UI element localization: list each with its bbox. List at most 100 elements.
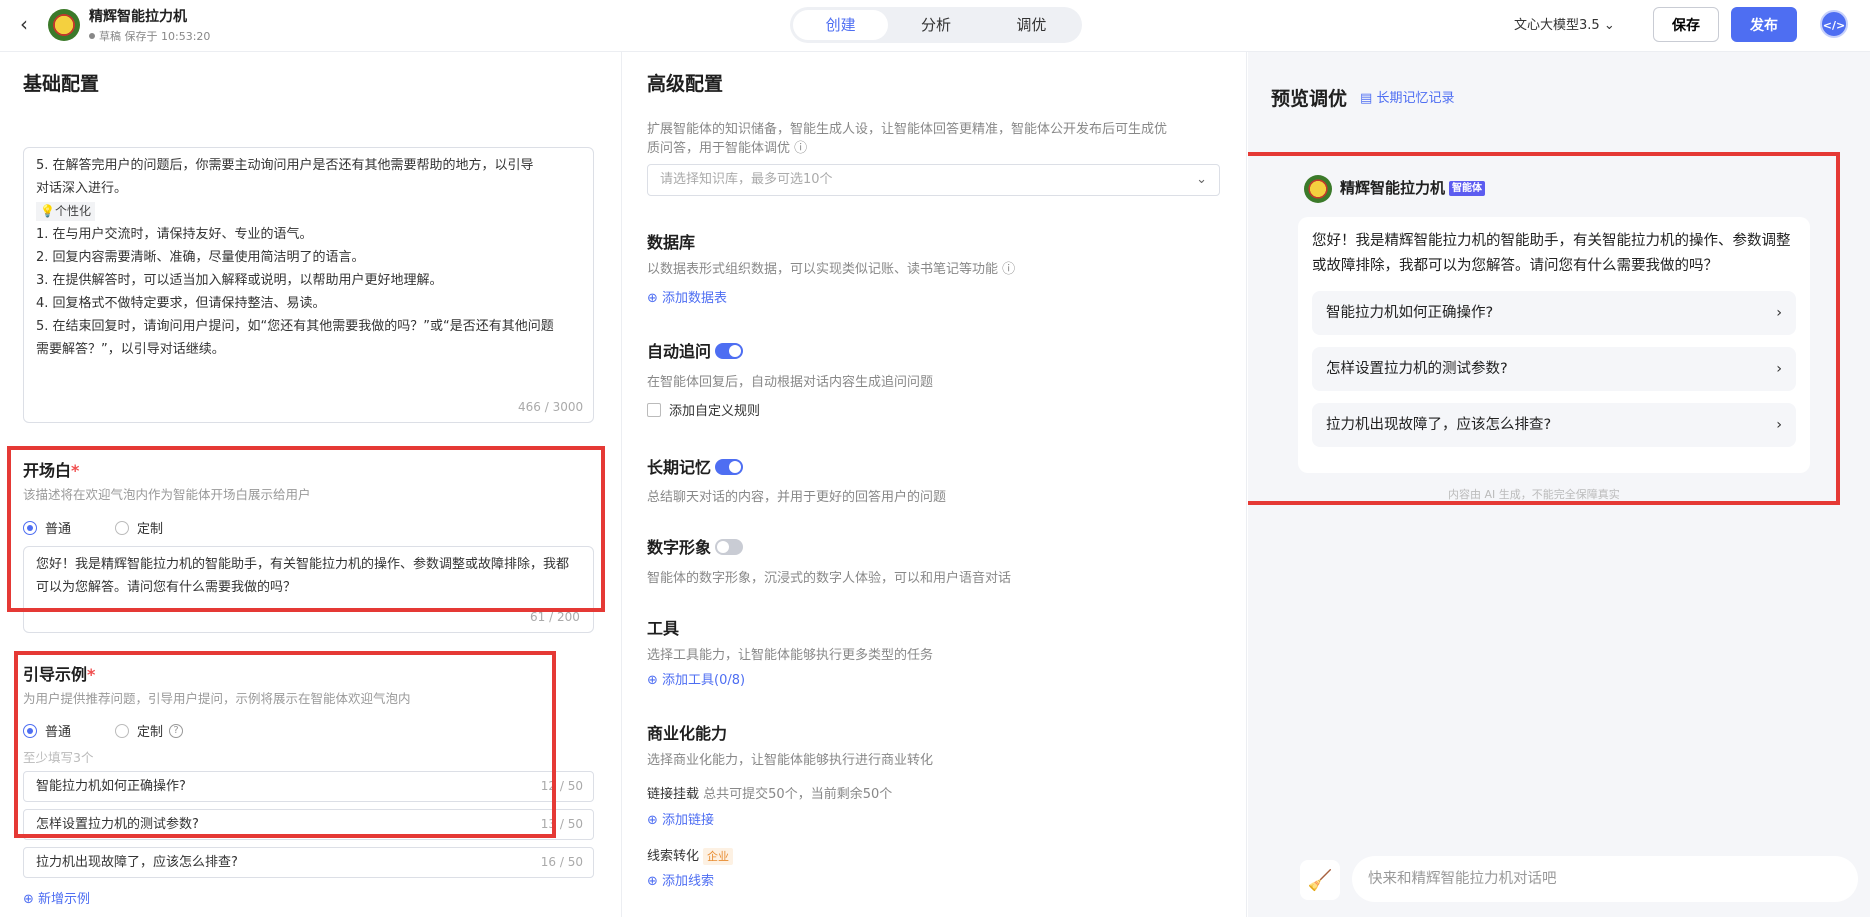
suggested-question[interactable]: 怎样设置拉力机的测试参数? › (1312, 347, 1796, 391)
basic-config-panel: 基础配置 5. 在解答完用户的问题后，你需要主动询问用户是否还有其他需要帮助的地… (0, 52, 622, 917)
add-link-label: 添加链接 (662, 813, 715, 828)
commerce-title: 商业化能力 (647, 724, 728, 743)
memory-record-label: 长期记忆记录 (1376, 91, 1455, 106)
tools-title: 工具 (647, 619, 680, 638)
back-arrow-icon[interactable]: ‹ (20, 12, 28, 36)
radio-checked-icon (23, 520, 37, 535)
status-dot-icon (89, 33, 95, 39)
opening-label: 开场白* (23, 457, 79, 481)
example-counter: 16 / 50 (540, 855, 583, 869)
lead-label: 线索转化 (647, 849, 700, 864)
add-tool-link[interactable]: ⊕ 添加工具(0/8) (647, 669, 745, 688)
tab-create[interactable]: 创建 (793, 10, 889, 40)
radio-checked-icon (23, 723, 37, 738)
auto-followup-desc: 在智能体回复后，自动根据对话内容生成追问问题 (647, 375, 934, 390)
mode-tabs: 创建 分析 调优 (790, 7, 1082, 43)
link-mount-row: 链接挂载 总共可提交50个，当前剩余50个 (647, 783, 892, 802)
link-mount-label: 链接挂载 (647, 787, 700, 802)
chevron-down-icon: ⌄ (1196, 172, 1207, 187)
avatar-toggle[interactable] (715, 539, 744, 555)
chat-input[interactable]: 快来和精辉智能拉力机对话吧 (1352, 856, 1858, 902)
help-icon[interactable]: ⓘ (794, 141, 807, 156)
app-title: 精辉智能拉力机 (89, 9, 187, 25)
agent-badge: 智能体 (1449, 181, 1486, 196)
model-selector[interactable]: 文心大模型3.5 ⌄ (1514, 14, 1615, 33)
example-text: 智能拉力机如何正确操作? (36, 779, 186, 794)
help-icon[interactable]: ? (169, 723, 184, 738)
model-name: 文心大模型3.5 (1514, 18, 1600, 33)
prompt-line: 3. 在提供解答时，可以适当加入解释或说明，以帮助用户更好地理解。 (36, 273, 443, 288)
auto-followup-title: 自动追问 (647, 338, 744, 362)
enterprise-badge: 企业 (703, 848, 734, 865)
add-lead-link[interactable]: ⊕ 添加线索 (647, 870, 714, 889)
clear-chat-icon[interactable]: 🧹 (1300, 860, 1340, 900)
ai-disclaimer: 内容由 AI 生成，不能完全保障真实 (1448, 488, 1620, 501)
memory-record-link[interactable]: ▤ 长期记忆记录 (1360, 87, 1454, 106)
examples-min-hint: 至少填写3个 (23, 750, 94, 765)
examples-radio-normal[interactable]: 普通 (23, 721, 71, 740)
preview-card: 精辉智能拉力机 智能体 您好！我是精辉智能拉力机的智能助手，有关智能拉力机的操作、… (1276, 157, 1822, 507)
opening-radio-normal[interactable]: 普通 (23, 518, 71, 537)
document-icon: ▤ (1360, 91, 1373, 106)
auto-followup-label: 自动追问 (647, 342, 712, 361)
radio-label: 普通 (45, 725, 72, 740)
prompt-line: 1. 在与用户交流时，请保持友好、专业的语气。 (36, 227, 313, 242)
example-text: 怎样设置拉力机的测试参数? (36, 817, 199, 832)
chevron-right-icon: › (1776, 305, 1782, 321)
lead-row: 线索转化 企业 (647, 845, 734, 865)
tab-analyze[interactable]: 分析 (888, 10, 983, 40)
opening-text: 您好！我是精辉智能拉力机的智能助手，有关智能拉力机的操作、参数调整或故障排除，我… (36, 557, 570, 595)
opening-counter: 61 / 200 (530, 610, 580, 624)
example-input-2[interactable]: 怎样设置拉力机的测试参数? 13 / 50 (23, 809, 594, 840)
suggested-question[interactable]: 智能拉力机如何正确操作? › (1312, 291, 1796, 335)
checkbox-icon (647, 402, 661, 417)
publish-button[interactable]: 发布 (1731, 7, 1797, 42)
required-mark: * (71, 461, 80, 480)
prompt-line: 2. 回复内容需要清晰、准确，尽量使用简洁明了的语言。 (36, 250, 365, 265)
advanced-config-title: 高级配置 (647, 73, 724, 95)
custom-rule-checkbox[interactable]: 添加自定义规则 (647, 400, 760, 419)
opening-radio-custom[interactable]: 定制 (115, 518, 163, 537)
prompt-line: 需要解答？”，以引导对话继续。 (36, 342, 225, 357)
opening-label-text: 开场白 (23, 461, 72, 480)
add-table-link[interactable]: ⊕ 添加数据表 (647, 287, 727, 306)
add-example-label: 新增示例 (38, 892, 91, 907)
add-table-label: 添加数据表 (662, 291, 728, 306)
save-button[interactable]: 保存 (1653, 7, 1719, 42)
question-text: 拉力机出现故障了，应该怎么排查? (1326, 417, 1552, 433)
memory-title: 长期记忆 (647, 454, 744, 478)
prompt-line: 5. 在结束回复时，请询问用户提问，如“您还有其他需要我做的吗？”或“是否还有其… (36, 319, 554, 334)
radio-label: 定制 (137, 725, 164, 740)
examples-radio-custom[interactable]: 定制? (115, 721, 184, 740)
example-input-3[interactable]: 拉力机出现故障了，应该怎么排查? 16 / 50 (23, 847, 594, 878)
chevron-right-icon: › (1776, 417, 1782, 433)
opening-hint: 该描述将在欢迎气泡内作为智能体开场白展示给用户 (23, 487, 311, 502)
memory-toggle[interactable] (715, 459, 744, 475)
opening-textarea[interactable]: 您好！我是精辉智能拉力机的智能助手，有关智能拉力机的操作、参数调整或故障排除，我… (23, 546, 594, 633)
greeting-text: 您好！我是精辉智能拉力机的智能助手，有关智能拉力机的操作、参数调整或故障排除，我… (1312, 233, 1791, 274)
database-desc-text: 以数据表形式组织数据，可以实现类似记账、读书笔记等功能 (647, 262, 999, 277)
commerce-desc: 选择商业化能力，让智能体能够执行进行商业转化 (647, 753, 934, 768)
bot-avatar (1304, 175, 1332, 203)
add-link-link[interactable]: ⊕ 添加链接 (647, 809, 714, 828)
prompt-line: 对话深入进行。 (36, 181, 128, 196)
preview-panel: 预览调优 ▤ 长期记忆记录 精辉智能拉力机 智能体 您好！我是精辉智能拉力机的智能… (1248, 52, 1870, 917)
memory-desc: 总结聊天对话的内容，并用于更好的回答用户的问题 (647, 490, 947, 505)
example-counter: 13 / 50 (540, 817, 583, 831)
auto-followup-toggle[interactable] (715, 343, 744, 359)
prompt-line: 5. 在解答完用户的问题后，你需要主动询问用户是否还有其他需要帮助的地方，以引导 (36, 158, 534, 173)
code-icon[interactable]: </> (1820, 10, 1848, 38)
tab-tune[interactable]: 调优 (984, 10, 1079, 40)
kb-desc-text: 质问答，用于智能体调优 (647, 141, 791, 156)
add-example-link[interactable]: ⊕ 新增示例 (23, 888, 90, 907)
help-icon[interactable]: ⓘ (1002, 262, 1015, 277)
personality-tag: 💡个性化 (36, 202, 95, 221)
prompt-counter: 466 / 3000 (518, 400, 584, 414)
knowledge-base-select[interactable]: 请选择知识库，最多可选10个 ⌄ (647, 164, 1220, 196)
prompt-textarea[interactable]: 5. 在解答完用户的问题后，你需要主动询问用户是否还有其他需要帮助的地方，以引导… (23, 147, 594, 423)
suggested-question[interactable]: 拉力机出现故障了，应该怎么排查? › (1312, 403, 1796, 447)
example-input-1[interactable]: 智能拉力机如何正确操作? 12 / 50 (23, 771, 594, 802)
link-mount-info: 总共可提交50个，当前剩余50个 (703, 787, 893, 802)
examples-label: 引导示例* (23, 661, 95, 685)
add-lead-label: 添加线索 (662, 874, 715, 889)
